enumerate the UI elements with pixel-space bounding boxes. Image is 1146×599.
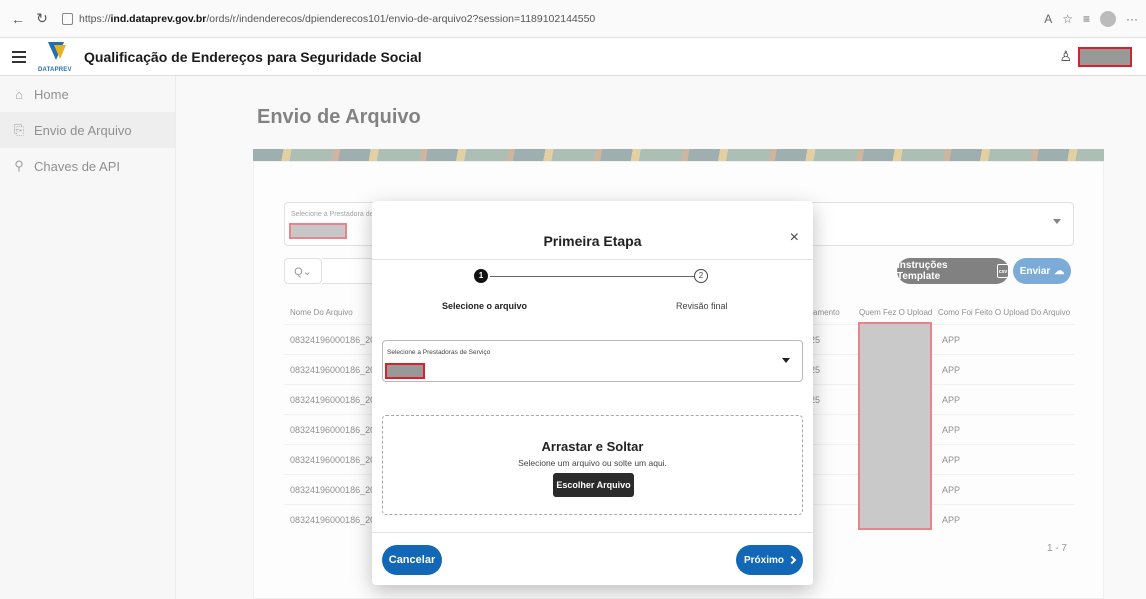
close-icon[interactable]: × [790, 229, 799, 247]
profile-avatar[interactable] [1100, 10, 1116, 27]
dialog-footer-divider [372, 532, 813, 533]
url-domain: ind.dataprev.gov.br [110, 12, 207, 25]
service-provider-label: Selecione a Prestadoras de Serviço [387, 349, 491, 356]
service-provider-select[interactable]: Selecione a Prestadoras de Serviço [382, 340, 803, 382]
redacted-username[interactable] [1078, 46, 1132, 67]
choose-file-button[interactable]: Escolher Arquivo [553, 473, 634, 497]
chevron-down-icon [782, 358, 790, 363]
step-connector [490, 276, 694, 277]
reload-icon[interactable]: ↻ [32, 9, 52, 29]
url-path: /ords/r/indenderecos/dpienderecos101/env… [206, 12, 596, 25]
next-button[interactable]: Próximo [736, 545, 803, 575]
browser-actions: A ☆ ≡ ··· [1044, 10, 1138, 27]
hamburger-menu-icon[interactable] [12, 50, 26, 63]
read-aloud-icon[interactable]: A [1044, 12, 1052, 26]
address-bar[interactable]: https://ind.dataprev.gov.br/ords/r/inden… [56, 6, 601, 32]
browser-toolbar: ← ↻ https://ind.dataprev.gov.br/ords/r/i… [0, 0, 1146, 38]
favorites-list-icon[interactable]: ≡ [1083, 12, 1090, 26]
chevron-right-icon [787, 555, 797, 565]
redacted-service-provider [385, 363, 425, 379]
back-icon[interactable]: ← [8, 9, 28, 29]
app-header: DATAPREV Qualificação de Endereços para … [0, 38, 1146, 76]
step-2-indicator: 2 [694, 269, 708, 283]
logo-text: DATAPREV [38, 66, 72, 73]
file-dropzone[interactable]: Arrastar e Soltar Selecione um arquivo o… [382, 415, 803, 515]
user-area: ♙ [1059, 46, 1132, 67]
more-menu-icon[interactable]: ··· [1126, 12, 1138, 26]
dialog-divider [372, 259, 813, 260]
upload-dialog: Primeira Etapa × 1 2 Selecione o arquivo… [372, 201, 813, 585]
dataprev-logo[interactable]: DATAPREV [38, 41, 74, 73]
url-prefix: https:// [79, 12, 111, 25]
dropzone-title: Arrastar e Soltar [541, 439, 644, 454]
user-icon: ♙ [1059, 48, 1072, 64]
step-1-label: Selecione o arquivo [442, 301, 528, 311]
lock-icon [62, 12, 73, 25]
next-label: Próximo [743, 554, 784, 566]
favorite-star-icon[interactable]: ☆ [1062, 12, 1073, 26]
dialog-title: Primeira Etapa [543, 233, 642, 249]
step-2-label: Revisão final [676, 301, 728, 311]
cancel-button[interactable]: Cancelar [382, 545, 442, 575]
app-title: Qualificação de Endereços para Seguridad… [84, 48, 422, 65]
step-1-indicator: 1 [474, 269, 488, 283]
dropzone-subtitle: Selecione um arquivo ou solte um aqui. [518, 458, 667, 468]
